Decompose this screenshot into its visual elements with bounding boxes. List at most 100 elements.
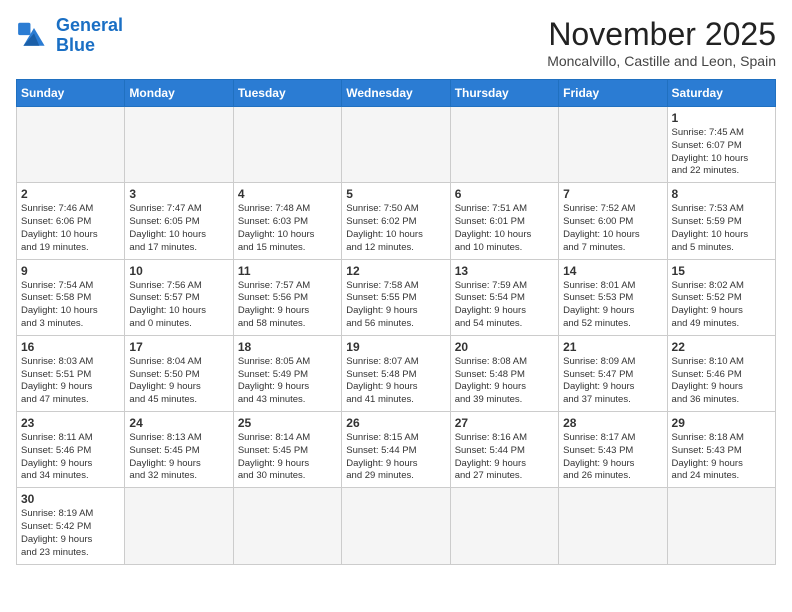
calendar-cell: [233, 107, 341, 183]
day-number: 20: [455, 340, 554, 354]
day-number: 16: [21, 340, 120, 354]
day-number: 17: [129, 340, 228, 354]
calendar-cell: 17 Sunrise: 8:04 AM Sunset: 5:50 PM Dayli…: [125, 335, 233, 411]
calendar-cell: [17, 107, 125, 183]
calendar-cell: 26 Sunrise: 8:15 AM Sunset: 5:44 PM Dayli…: [342, 412, 450, 488]
day-number: 1: [672, 111, 771, 125]
day-info: Sunrise: 7:45 AM Sunset: 6:07 PM Dayligh…: [672, 127, 771, 178]
day-number: 28: [563, 416, 662, 430]
day-info: Sunrise: 8:04 AM Sunset: 5:50 PM Dayligh…: [129, 356, 228, 407]
calendar-cell: 4Sunrise: 7:48 AM Sunset: 6:03 PM Daylig…: [233, 183, 341, 259]
month-title: November 2025: [547, 16, 776, 53]
day-number: 3: [129, 187, 228, 201]
calendar-cell: [450, 107, 558, 183]
day-number: 26: [346, 416, 445, 430]
day-of-week-header: Sunday: [17, 80, 125, 107]
calendar-cell: [559, 107, 667, 183]
header: General Blue November 2025 Moncalvillo, …: [16, 16, 776, 69]
calendar-cell: [233, 488, 341, 564]
calendar-cell: [125, 107, 233, 183]
day-info: Sunrise: 8:02 AM Sunset: 5:52 PM Dayligh…: [672, 280, 771, 331]
day-info: Sunrise: 7:54 AM Sunset: 5:58 PM Dayligh…: [21, 280, 120, 331]
day-of-week-header: Friday: [559, 80, 667, 107]
calendar-cell: 6 Sunrise: 7:51 AM Sunset: 6:01 PM Daylig…: [450, 183, 558, 259]
day-info: Sunrise: 8:15 AM Sunset: 5:44 PM Dayligh…: [346, 432, 445, 483]
day-info: Sunrise: 7:46 AM Sunset: 6:06 PM Dayligh…: [21, 203, 120, 254]
calendar-cell: 1 Sunrise: 7:45 AM Sunset: 6:07 PM Daylig…: [667, 107, 775, 183]
day-info: Sunrise: 8:16 AM Sunset: 5:44 PM Dayligh…: [455, 432, 554, 483]
day-of-week-header: Tuesday: [233, 80, 341, 107]
calendar-cell: [450, 488, 558, 564]
calendar-header-row: SundayMondayTuesdayWednesdayThursdayFrid…: [17, 80, 776, 107]
calendar-cell: 3 Sunrise: 7:47 AM Sunset: 6:05 PM Daylig…: [125, 183, 233, 259]
calendar-cell: 16 Sunrise: 8:03 AM Sunset: 5:51 PM Dayli…: [17, 335, 125, 411]
calendar-cell: 25 Sunrise: 8:14 AM Sunset: 5:45 PM Dayli…: [233, 412, 341, 488]
day-info: Sunrise: 7:53 AM Sunset: 5:59 PM Dayligh…: [672, 203, 771, 254]
day-number: 4: [238, 187, 337, 201]
day-of-week-header: Wednesday: [342, 80, 450, 107]
day-info: Sunrise: 8:07 AM Sunset: 5:48 PM Dayligh…: [346, 356, 445, 407]
day-info: Sunrise: 7:51 AM Sunset: 6:01 PM Dayligh…: [455, 203, 554, 254]
day-of-week-header: Monday: [125, 80, 233, 107]
logo-icon: [16, 21, 52, 51]
calendar-cell: 11 Sunrise: 7:57 AM Sunset: 5:56 PM Dayli…: [233, 259, 341, 335]
calendar-week-row: 1 Sunrise: 7:45 AM Sunset: 6:07 PM Daylig…: [17, 107, 776, 183]
day-of-week-header: Saturday: [667, 80, 775, 107]
day-number: 12: [346, 264, 445, 278]
calendar-cell: 19 Sunrise: 8:07 AM Sunset: 5:48 PM Dayli…: [342, 335, 450, 411]
calendar-cell: 2Sunrise: 7:46 AM Sunset: 6:06 PM Daylig…: [17, 183, 125, 259]
logo-blue: Blue: [56, 35, 95, 55]
day-number: 24: [129, 416, 228, 430]
logo-text: General Blue: [56, 16, 123, 56]
day-info: Sunrise: 7:47 AM Sunset: 6:05 PM Dayligh…: [129, 203, 228, 254]
day-number: 7: [563, 187, 662, 201]
day-info: Sunrise: 8:08 AM Sunset: 5:48 PM Dayligh…: [455, 356, 554, 407]
calendar-cell: 9 Sunrise: 7:54 AM Sunset: 5:58 PM Daylig…: [17, 259, 125, 335]
subtitle: Moncalvillo, Castille and Leon, Spain: [547, 53, 776, 69]
logo-general: General: [56, 15, 123, 35]
calendar-cell: 8 Sunrise: 7:53 AM Sunset: 5:59 PM Daylig…: [667, 183, 775, 259]
day-info: Sunrise: 8:09 AM Sunset: 5:47 PM Dayligh…: [563, 356, 662, 407]
calendar-cell: 27 Sunrise: 8:16 AM Sunset: 5:44 PM Dayli…: [450, 412, 558, 488]
day-number: 9: [21, 264, 120, 278]
title-area: November 2025 Moncalvillo, Castille and …: [547, 16, 776, 69]
calendar-cell: 18Sunrise: 8:05 AM Sunset: 5:49 PM Dayli…: [233, 335, 341, 411]
calendar-week-row: 23Sunrise: 8:11 AM Sunset: 5:46 PM Dayli…: [17, 412, 776, 488]
calendar-cell: 20 Sunrise: 8:08 AM Sunset: 5:48 PM Dayli…: [450, 335, 558, 411]
day-info: Sunrise: 8:17 AM Sunset: 5:43 PM Dayligh…: [563, 432, 662, 483]
day-info: Sunrise: 7:58 AM Sunset: 5:55 PM Dayligh…: [346, 280, 445, 331]
calendar-cell: 22Sunrise: 8:10 AM Sunset: 5:46 PM Dayli…: [667, 335, 775, 411]
calendar-cell: 21 Sunrise: 8:09 AM Sunset: 5:47 PM Dayli…: [559, 335, 667, 411]
day-info: Sunrise: 7:57 AM Sunset: 5:56 PM Dayligh…: [238, 280, 337, 331]
day-number: 14: [563, 264, 662, 278]
calendar-cell: 30Sunrise: 8:19 AM Sunset: 5:42 PM Dayli…: [17, 488, 125, 564]
day-info: Sunrise: 8:14 AM Sunset: 5:45 PM Dayligh…: [238, 432, 337, 483]
day-number: 19: [346, 340, 445, 354]
logo: General Blue: [16, 16, 123, 56]
day-number: 13: [455, 264, 554, 278]
calendar-cell: 23Sunrise: 8:11 AM Sunset: 5:46 PM Dayli…: [17, 412, 125, 488]
day-number: 30: [21, 492, 120, 506]
calendar-cell: 24 Sunrise: 8:13 AM Sunset: 5:45 PM Dayli…: [125, 412, 233, 488]
day-number: 6: [455, 187, 554, 201]
day-info: Sunrise: 8:10 AM Sunset: 5:46 PM Dayligh…: [672, 356, 771, 407]
day-number: 23: [21, 416, 120, 430]
calendar-week-row: 9 Sunrise: 7:54 AM Sunset: 5:58 PM Daylig…: [17, 259, 776, 335]
day-number: 5: [346, 187, 445, 201]
day-number: 21: [563, 340, 662, 354]
calendar-cell: 15Sunrise: 8:02 AM Sunset: 5:52 PM Dayli…: [667, 259, 775, 335]
calendar-week-row: 30Sunrise: 8:19 AM Sunset: 5:42 PM Dayli…: [17, 488, 776, 564]
day-number: 11: [238, 264, 337, 278]
calendar-week-row: 16 Sunrise: 8:03 AM Sunset: 5:51 PM Dayli…: [17, 335, 776, 411]
day-number: 18: [238, 340, 337, 354]
day-info: Sunrise: 8:13 AM Sunset: 5:45 PM Dayligh…: [129, 432, 228, 483]
day-info: Sunrise: 8:18 AM Sunset: 5:43 PM Dayligh…: [672, 432, 771, 483]
calendar-cell: 12 Sunrise: 7:58 AM Sunset: 5:55 PM Dayli…: [342, 259, 450, 335]
day-number: 8: [672, 187, 771, 201]
day-number: 27: [455, 416, 554, 430]
calendar-week-row: 2Sunrise: 7:46 AM Sunset: 6:06 PM Daylig…: [17, 183, 776, 259]
day-info: Sunrise: 8:03 AM Sunset: 5:51 PM Dayligh…: [21, 356, 120, 407]
day-info: Sunrise: 8:01 AM Sunset: 5:53 PM Dayligh…: [563, 280, 662, 331]
day-number: 25: [238, 416, 337, 430]
day-info: Sunrise: 7:56 AM Sunset: 5:57 PM Dayligh…: [129, 280, 228, 331]
